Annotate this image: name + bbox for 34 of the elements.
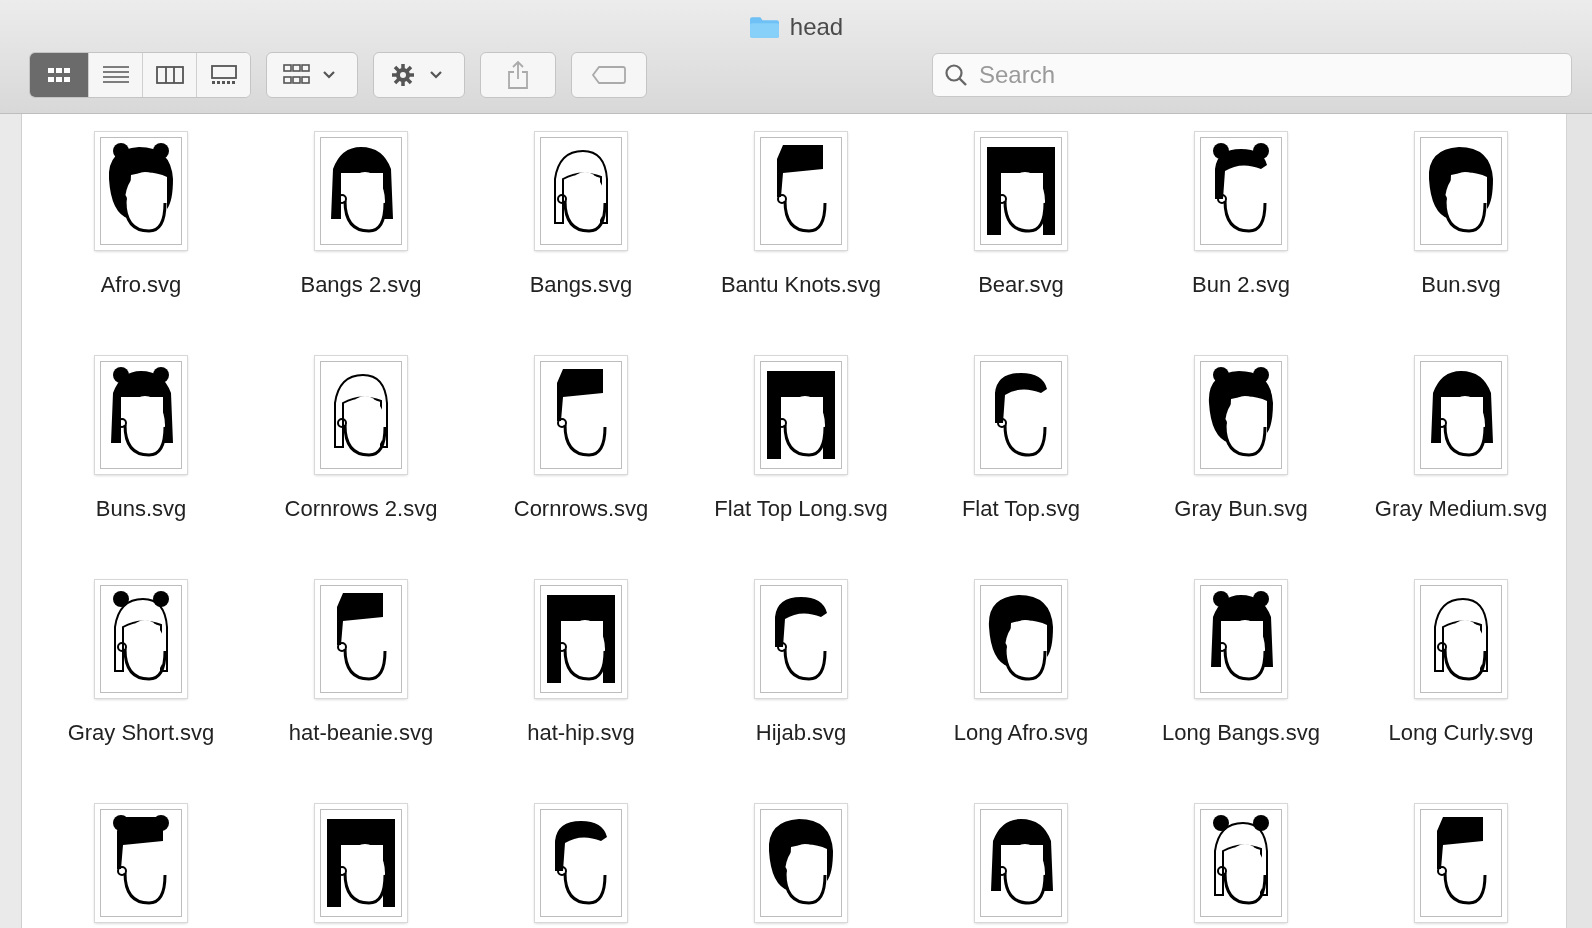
- file-name[interactable]: Gray Medium.svg: [1374, 496, 1548, 522]
- gallery-icon: [208, 64, 239, 86]
- file-name[interactable]: Bear.svg: [978, 272, 1064, 298]
- columns-icon: [154, 64, 185, 86]
- share-icon: [506, 60, 530, 90]
- file-name[interactable]: Bangs 2.svg: [300, 272, 422, 298]
- file-name[interactable]: Bantu Knots.svg: [720, 272, 882, 298]
- search-icon: [944, 63, 968, 87]
- file-name[interactable]: Long Bangs.svg: [1162, 720, 1320, 746]
- list-icon: [100, 64, 131, 86]
- file-name[interactable]: Buns.svg: [95, 496, 187, 522]
- search-field[interactable]: Search: [932, 53, 1572, 97]
- file-name[interactable]: Hijab.svg: [755, 720, 847, 746]
- icons-view-button[interactable]: [30, 53, 88, 97]
- file-name[interactable]: Long Afro.svg: [953, 720, 1089, 746]
- file-name[interactable]: Flat Top Long.svg: [714, 496, 888, 522]
- file-name[interactable]: Bangs.svg: [529, 272, 633, 298]
- file-name[interactable]: Afro.svg: [100, 272, 182, 298]
- file-name[interactable]: Cornrows.svg: [513, 496, 649, 522]
- file-name[interactable]: Cornrows 2.svg: [284, 496, 438, 522]
- file-name[interactable]: Flat Top.svg: [961, 496, 1081, 522]
- file-name[interactable]: Gray Short.svg: [67, 720, 215, 746]
- group-button[interactable]: [266, 52, 358, 98]
- file-name[interactable]: Bun 2.svg: [1192, 272, 1290, 298]
- file-name[interactable]: hat-hip.svg: [527, 720, 635, 746]
- file-name[interactable]: Long Curly.svg: [1388, 720, 1534, 746]
- file-name[interactable]: Gray Bun.svg: [1174, 496, 1308, 522]
- action-button[interactable]: [373, 52, 465, 98]
- folder-icon: [748, 15, 780, 39]
- gallery-view-button[interactable]: [196, 53, 250, 97]
- file-name[interactable]: hat-beanie.svg: [288, 720, 434, 746]
- tag-icon: [591, 65, 627, 85]
- file-name[interactable]: Bun.svg: [1421, 272, 1501, 298]
- window-title: head: [789, 13, 844, 41]
